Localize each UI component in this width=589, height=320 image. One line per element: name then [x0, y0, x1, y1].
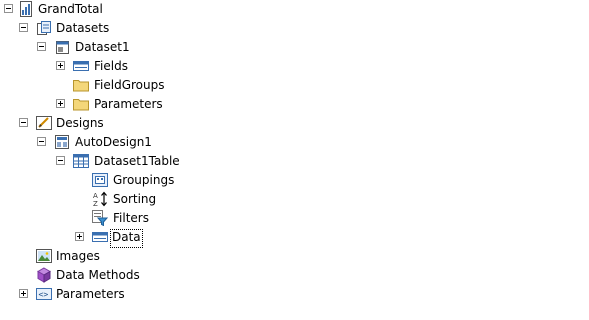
- tree-node-label: FieldGroups: [94, 78, 165, 92]
- designs-icon: [36, 115, 52, 131]
- tree-node-label: GrandTotal: [38, 2, 103, 16]
- tree-node-label: Dataset1Table: [94, 154, 180, 168]
- images-icon: [36, 248, 52, 264]
- collapse-icon[interactable]: [37, 42, 46, 51]
- tree-node-data-methods[interactable]: Data Methods: [0, 266, 589, 285]
- tree-node-grandtotal[interactable]: GrandTotal: [0, 0, 589, 19]
- tree-node-fields[interactable]: Fields: [0, 57, 589, 76]
- tree-node-datasets[interactable]: Datasets: [0, 19, 589, 38]
- collapse-icon[interactable]: [4, 4, 13, 13]
- dataset-icon: [54, 39, 70, 55]
- folder-icon: [73, 77, 89, 93]
- tree-node-dataset1table[interactable]: Dataset1Table: [0, 152, 589, 171]
- folder-icon: [73, 96, 89, 112]
- tree-node-parameters[interactable]: <> Parameters: [0, 285, 589, 304]
- tree-node-dataset1[interactable]: Dataset1: [0, 38, 589, 57]
- tree-node-images[interactable]: Images: [0, 247, 589, 266]
- collapse-icon[interactable]: [19, 118, 28, 127]
- tree-node-label: Groupings: [113, 173, 175, 187]
- tree-node-sorting[interactable]: AZ Sorting: [0, 190, 589, 209]
- tree-node-label: Sorting: [113, 192, 157, 206]
- expand-icon[interactable]: [75, 232, 84, 241]
- report-icon: [18, 1, 34, 17]
- tree-node-label: Parameters: [56, 287, 125, 301]
- tree-node-label: AutoDesign1: [75, 135, 152, 149]
- expand-icon[interactable]: [56, 61, 65, 70]
- expand-icon[interactable]: [19, 289, 28, 298]
- data-icon: [92, 229, 108, 245]
- tree-node-groupings[interactable]: Groupings: [0, 171, 589, 190]
- svg-text:<>: <>: [39, 290, 49, 299]
- tree-node-label: Fields: [94, 59, 128, 73]
- svg-text:Z: Z: [93, 200, 98, 207]
- svg-text:A: A: [93, 192, 98, 200]
- fields-icon: [73, 58, 89, 74]
- groupings-icon: [92, 172, 108, 188]
- tree-node-label: Designs: [56, 116, 104, 130]
- tree-node-label: Filters: [113, 211, 149, 225]
- collapse-icon[interactable]: [56, 156, 65, 165]
- tree-node-label: Data: [110, 229, 143, 248]
- filters-icon: [92, 210, 109, 227]
- tree-node-label: Datasets: [56, 21, 110, 35]
- tree-node-label: Parameters: [94, 97, 163, 111]
- tree-node-label: Data Methods: [56, 268, 140, 282]
- tree-node-label: Images: [56, 249, 100, 263]
- tree-node-autodesign1[interactable]: AutoDesign1: [0, 133, 589, 152]
- report-tree: GrandTotal Datasets Dataset1 Fields Fiel…: [0, 0, 589, 320]
- data-methods-icon: [36, 267, 52, 283]
- tree-node-dataset-parameters[interactable]: Parameters: [0, 95, 589, 114]
- parameters-icon: <>: [36, 286, 52, 302]
- sorting-icon: AZ: [92, 191, 108, 208]
- tree-node-fieldgroups[interactable]: FieldGroups: [0, 76, 589, 95]
- datasets-icon: [36, 20, 52, 36]
- table-icon: [73, 153, 89, 169]
- collapse-icon[interactable]: [19, 23, 28, 32]
- tree-node-data[interactable]: Data: [0, 228, 589, 248]
- collapse-icon[interactable]: [37, 137, 46, 146]
- tree-node-designs[interactable]: Designs: [0, 114, 589, 133]
- autodesign-icon: [54, 134, 70, 150]
- expand-icon[interactable]: [56, 99, 65, 108]
- tree-node-filters[interactable]: Filters: [0, 209, 589, 228]
- tree-node-label: Dataset1: [75, 40, 130, 54]
